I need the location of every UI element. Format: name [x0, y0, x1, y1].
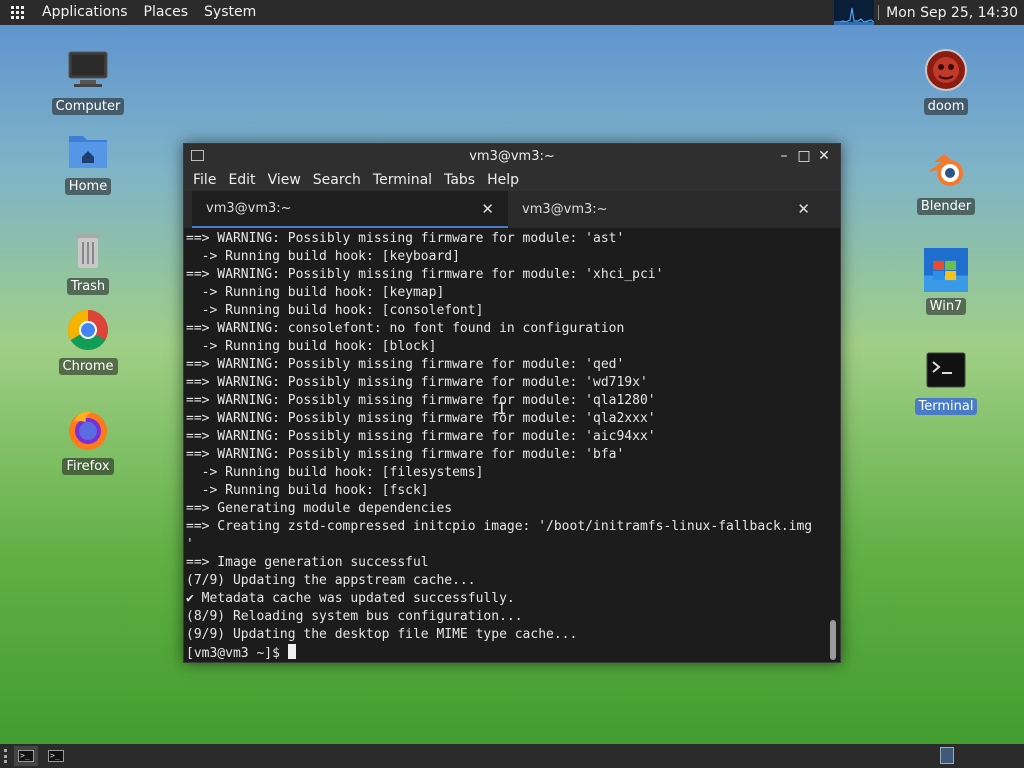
window-menubar: File Edit View Search Terminal Tabs Help	[184, 169, 840, 191]
terminal-line: '	[186, 537, 194, 552]
terminal-icon	[924, 348, 968, 392]
terminal-line: -> Running build hook: [keymap]	[186, 285, 445, 300]
desktop-icon-label: Chrome	[58, 358, 118, 375]
desktop-icon-doom[interactable]: doom	[906, 48, 986, 115]
terminal-line: -> Running build hook: [fsck]	[186, 483, 429, 498]
minimize-button[interactable]: –	[774, 147, 794, 165]
tab-1[interactable]: vm3@vm3:~ ✕	[192, 191, 508, 228]
menu-file[interactable]: File	[187, 169, 222, 191]
terminal-cursor	[287, 644, 296, 659]
apps-grid-icon[interactable]	[11, 5, 25, 20]
menu-search[interactable]: Search	[307, 169, 367, 191]
desktop-icon-chrome[interactable]: Chrome	[48, 308, 128, 375]
desktop-icon-label: Terminal	[914, 398, 978, 415]
menu-edit[interactable]: Edit	[222, 169, 261, 191]
terminal-line: ==> WARNING: Possibly missing firmware f…	[186, 375, 648, 390]
desktop-icon-trash[interactable]: Trash	[48, 228, 128, 295]
menu-terminal[interactable]: Terminal	[367, 169, 438, 191]
tab-label: vm3@vm3:~	[522, 202, 608, 217]
terminal-prompt-line: [vm3@vm3 ~]$	[186, 644, 826, 663]
terminal-text: ==> WARNING: Possibly missing firmware f…	[186, 230, 826, 663]
terminal-line: ==> WARNING: Possibly missing firmware f…	[186, 429, 656, 444]
home-folder-icon	[66, 128, 110, 172]
clock[interactable]: Mon Sep 25, 14:30	[886, 5, 1024, 21]
tab-close-icon[interactable]: ✕	[481, 200, 494, 218]
taskbar-terminal-2[interactable]: >_	[44, 746, 68, 766]
terminal-line: (8/9) Reloading system bus configuration…	[186, 609, 523, 624]
maximize-button[interactable]: □	[794, 147, 814, 165]
computer-icon	[66, 48, 110, 92]
desktop-icon-label: Blender	[916, 198, 976, 215]
close-button[interactable]: ✕	[814, 147, 834, 165]
terminal-line: ==> WARNING: Possibly missing firmware f…	[186, 231, 625, 246]
scrollbar[interactable]	[830, 620, 836, 660]
desktop-icon-label: Firefox	[62, 458, 114, 475]
firefox-icon	[66, 408, 110, 452]
terminal-line: ==> WARNING: consolefont: no font found …	[186, 321, 625, 336]
windows-icon	[924, 248, 968, 292]
desktop-icon-label: Computer	[51, 98, 125, 115]
terminal-window-icon	[191, 150, 204, 161]
terminal-line: ==> WARNING: Possibly missing firmware f…	[186, 267, 664, 282]
terminal-icon: >_	[48, 750, 64, 762]
terminal-output[interactable]: ==> WARNING: Possibly missing firmware f…	[184, 228, 840, 662]
bottom-panel: >_ >_	[0, 744, 1024, 768]
desktop-icon-label: Home	[64, 178, 112, 195]
desktop-icon-home[interactable]: Home	[48, 128, 128, 195]
menu-view[interactable]: View	[262, 169, 307, 191]
desktop-icon-terminal[interactable]: Terminal	[906, 348, 986, 415]
terminal-window: vm3@vm3:~ – □ ✕ File Edit View Search Te…	[183, 143, 841, 663]
terminal-line: -> Running build hook: [keyboard]	[186, 249, 460, 264]
terminal-line: -> Running build hook: [block]	[186, 339, 437, 354]
menu-applications[interactable]: Applications	[34, 0, 136, 25]
workspace-switcher[interactable]	[940, 747, 954, 764]
text-cursor-icon: I	[497, 399, 507, 418]
panel-separator	[878, 5, 880, 20]
tab-2[interactable]: vm3@vm3:~ ✕	[508, 191, 824, 228]
chrome-icon	[66, 308, 110, 352]
system-monitor-graph-icon[interactable]	[834, 0, 875, 25]
menu-tabs[interactable]: Tabs	[438, 169, 481, 191]
menu-places[interactable]: Places	[136, 0, 197, 25]
terminal-line: ==> Creating zstd-compressed initcpio im…	[186, 519, 813, 534]
top-panel: Applications Places System Mon Sep 25, 1…	[0, 0, 1024, 25]
desktop-icon-label: Win7	[925, 298, 967, 315]
terminal-line: -> Running build hook: [consolefont]	[186, 303, 484, 318]
doom-icon	[924, 48, 968, 92]
desktop-icon-label: Trash	[66, 278, 110, 295]
terminal-line: ==> Image generation successful	[186, 555, 429, 570]
tab-close-icon[interactable]: ✕	[797, 200, 810, 218]
terminal-line: -> Running build hook: [filesystems]	[186, 465, 484, 480]
window-titlebar[interactable]: vm3@vm3:~ – □ ✕	[184, 144, 840, 169]
menu-help[interactable]: Help	[481, 169, 525, 191]
blender-icon	[924, 148, 968, 192]
trash-icon	[66, 228, 110, 272]
terminal-line: (9/9) Updating the desktop file MIME typ…	[186, 627, 578, 642]
terminal-line: ==> Generating module dependencies	[186, 501, 453, 516]
terminal-prompt: [vm3@vm3 ~]$	[186, 646, 288, 661]
terminal-line: ==> WARNING: Possibly missing firmware f…	[186, 357, 625, 372]
desktop-icon-blender[interactable]: Blender	[906, 148, 986, 215]
terminal-icon: >_	[18, 750, 34, 762]
terminal-line: ✔ Metadata cache was updated successfull…	[186, 591, 515, 606]
window-title: vm3@vm3:~	[469, 149, 555, 164]
terminal-line: ==> WARNING: Possibly missing firmware f…	[186, 447, 625, 462]
taskbar-terminal-1[interactable]: >_	[14, 746, 38, 766]
menu-system[interactable]: System	[196, 0, 264, 25]
desktop-icon-win7[interactable]: Win7	[906, 248, 986, 315]
desktop-icon-label: doom	[923, 98, 969, 115]
panel-grip-icon[interactable]	[4, 749, 8, 763]
desktop-icon-computer[interactable]: Computer	[48, 48, 128, 115]
terminal-line: (7/9) Updating the appstream cache...	[186, 573, 476, 588]
tab-label: vm3@vm3:~	[206, 201, 292, 216]
desktop-icon-firefox[interactable]: Firefox	[48, 408, 128, 475]
tab-bar: vm3@vm3:~ ✕ vm3@vm3:~ ✕	[184, 191, 840, 228]
